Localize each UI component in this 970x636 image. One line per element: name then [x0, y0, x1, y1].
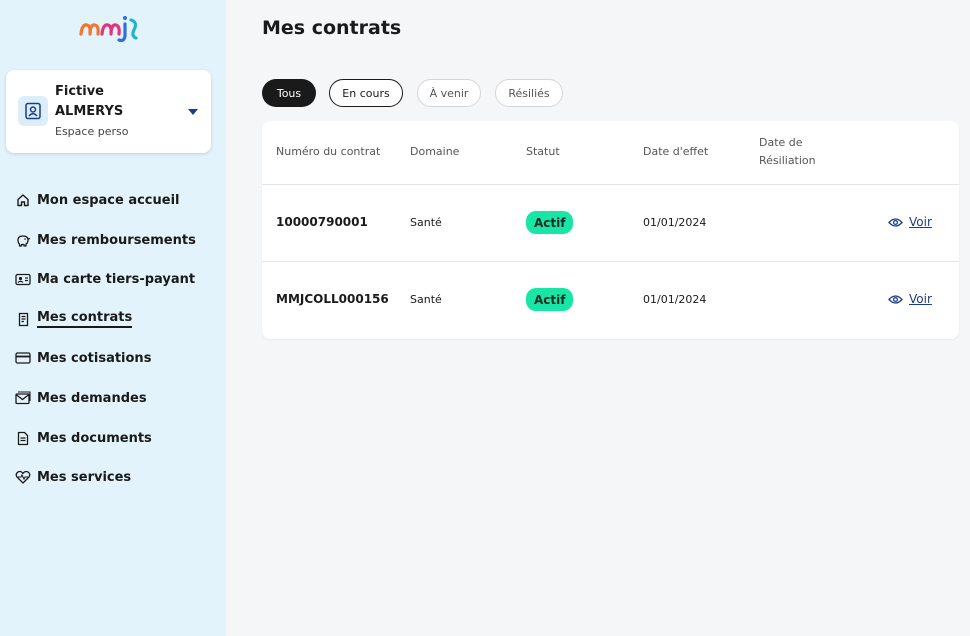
contract-domain: Santé — [410, 216, 442, 229]
profile-last-name: ALMERYS — [55, 104, 124, 119]
filter-en-cours[interactable]: En cours — [329, 79, 403, 107]
sidebar-item-label: Mes services — [37, 469, 132, 485]
filter-resilies[interactable]: Résiliés — [495, 79, 563, 107]
profile-icon — [18, 96, 48, 126]
sidebar-item-contrats[interactable]: Mes contrats — [14, 305, 133, 333]
column-header-date-effet: Date d'effet — [643, 145, 709, 158]
status-badge: Actif — [526, 288, 574, 311]
sidebar-item-documents[interactable]: Mes documents — [14, 424, 152, 452]
sidebar-item-label: Ma carte tiers-payant — [37, 271, 196, 287]
sidebar-item-services[interactable]: Mes services — [14, 463, 131, 491]
credit-card-icon — [14, 349, 32, 367]
sidebar-item-label: Mes contrats — [37, 310, 133, 328]
column-header-statut: Statut — [526, 145, 560, 158]
contract-icon — [14, 310, 32, 328]
eye-icon — [888, 217, 903, 227]
row-divider — [262, 184, 959, 185]
profile-first-name: Fictive — [55, 84, 105, 99]
contract-number: MMJCOLL000156 — [276, 292, 389, 306]
sidebar-item-label: Mes demandes — [37, 390, 147, 406]
sidebar-item-demandes[interactable]: Mes demandes — [14, 384, 147, 412]
profile-switcher[interactable]: Fictive ALMERYS Espace perso — [6, 70, 211, 153]
contract-date-effet: 01/01/2024 — [643, 293, 707, 306]
contracts-table: Numéro du contrat Domaine Statut Date d'… — [262, 121, 959, 339]
main-content: Mes contrats Tous En cours À venir Résil… — [226, 0, 970, 636]
sidebar-item-label: Mes documents — [37, 430, 152, 446]
voir-link[interactable]: Voir — [888, 292, 932, 306]
heart-pulse-icon — [14, 468, 32, 486]
sidebar: Fictive ALMERYS Espace perso Mon espace … — [0, 0, 226, 636]
contract-domain: Santé — [410, 293, 442, 306]
column-header-numero: Numéro du contrat — [276, 145, 381, 158]
voir-label: Voir — [909, 215, 932, 229]
filter-tous[interactable]: Tous — [262, 79, 316, 107]
document-icon — [14, 429, 32, 447]
chevron-down-icon — [188, 109, 198, 115]
row-divider — [262, 261, 959, 262]
profile-space-label: Espace perso — [55, 125, 129, 138]
column-header-date-resiliation-line2: Résiliation — [759, 154, 816, 167]
voir-label: Voir — [909, 292, 932, 306]
sidebar-item-cotisations[interactable]: Mes cotisations — [14, 344, 151, 372]
status-badge: Actif — [526, 211, 574, 234]
contract-number: 10000790001 — [276, 215, 368, 229]
mail-icon — [14, 389, 32, 407]
eye-icon — [888, 294, 903, 304]
mmj-logo[interactable] — [78, 12, 140, 44]
sidebar-item-carte[interactable]: Ma carte tiers-payant — [14, 265, 195, 293]
page-title: Mes contrats — [262, 17, 402, 39]
home-icon — [14, 191, 32, 209]
id-card-icon — [14, 270, 32, 288]
sidebar-item-accueil[interactable]: Mon espace accueil — [14, 186, 180, 214]
sidebar-item-label: Mon espace accueil — [37, 192, 180, 208]
column-header-date-resiliation-line1: Date de — [759, 136, 803, 149]
filter-a-venir[interactable]: À venir — [417, 79, 481, 107]
contract-date-effet: 01/01/2024 — [643, 216, 707, 229]
sidebar-item-label: Mes cotisations — [37, 350, 152, 366]
sidebar-item-label: Mes remboursements — [37, 232, 196, 248]
voir-link[interactable]: Voir — [888, 215, 932, 229]
sidebar-item-remboursements[interactable]: Mes remboursements — [14, 226, 196, 254]
piggy-bank-icon — [14, 231, 32, 249]
column-header-domaine: Domaine — [410, 145, 460, 158]
